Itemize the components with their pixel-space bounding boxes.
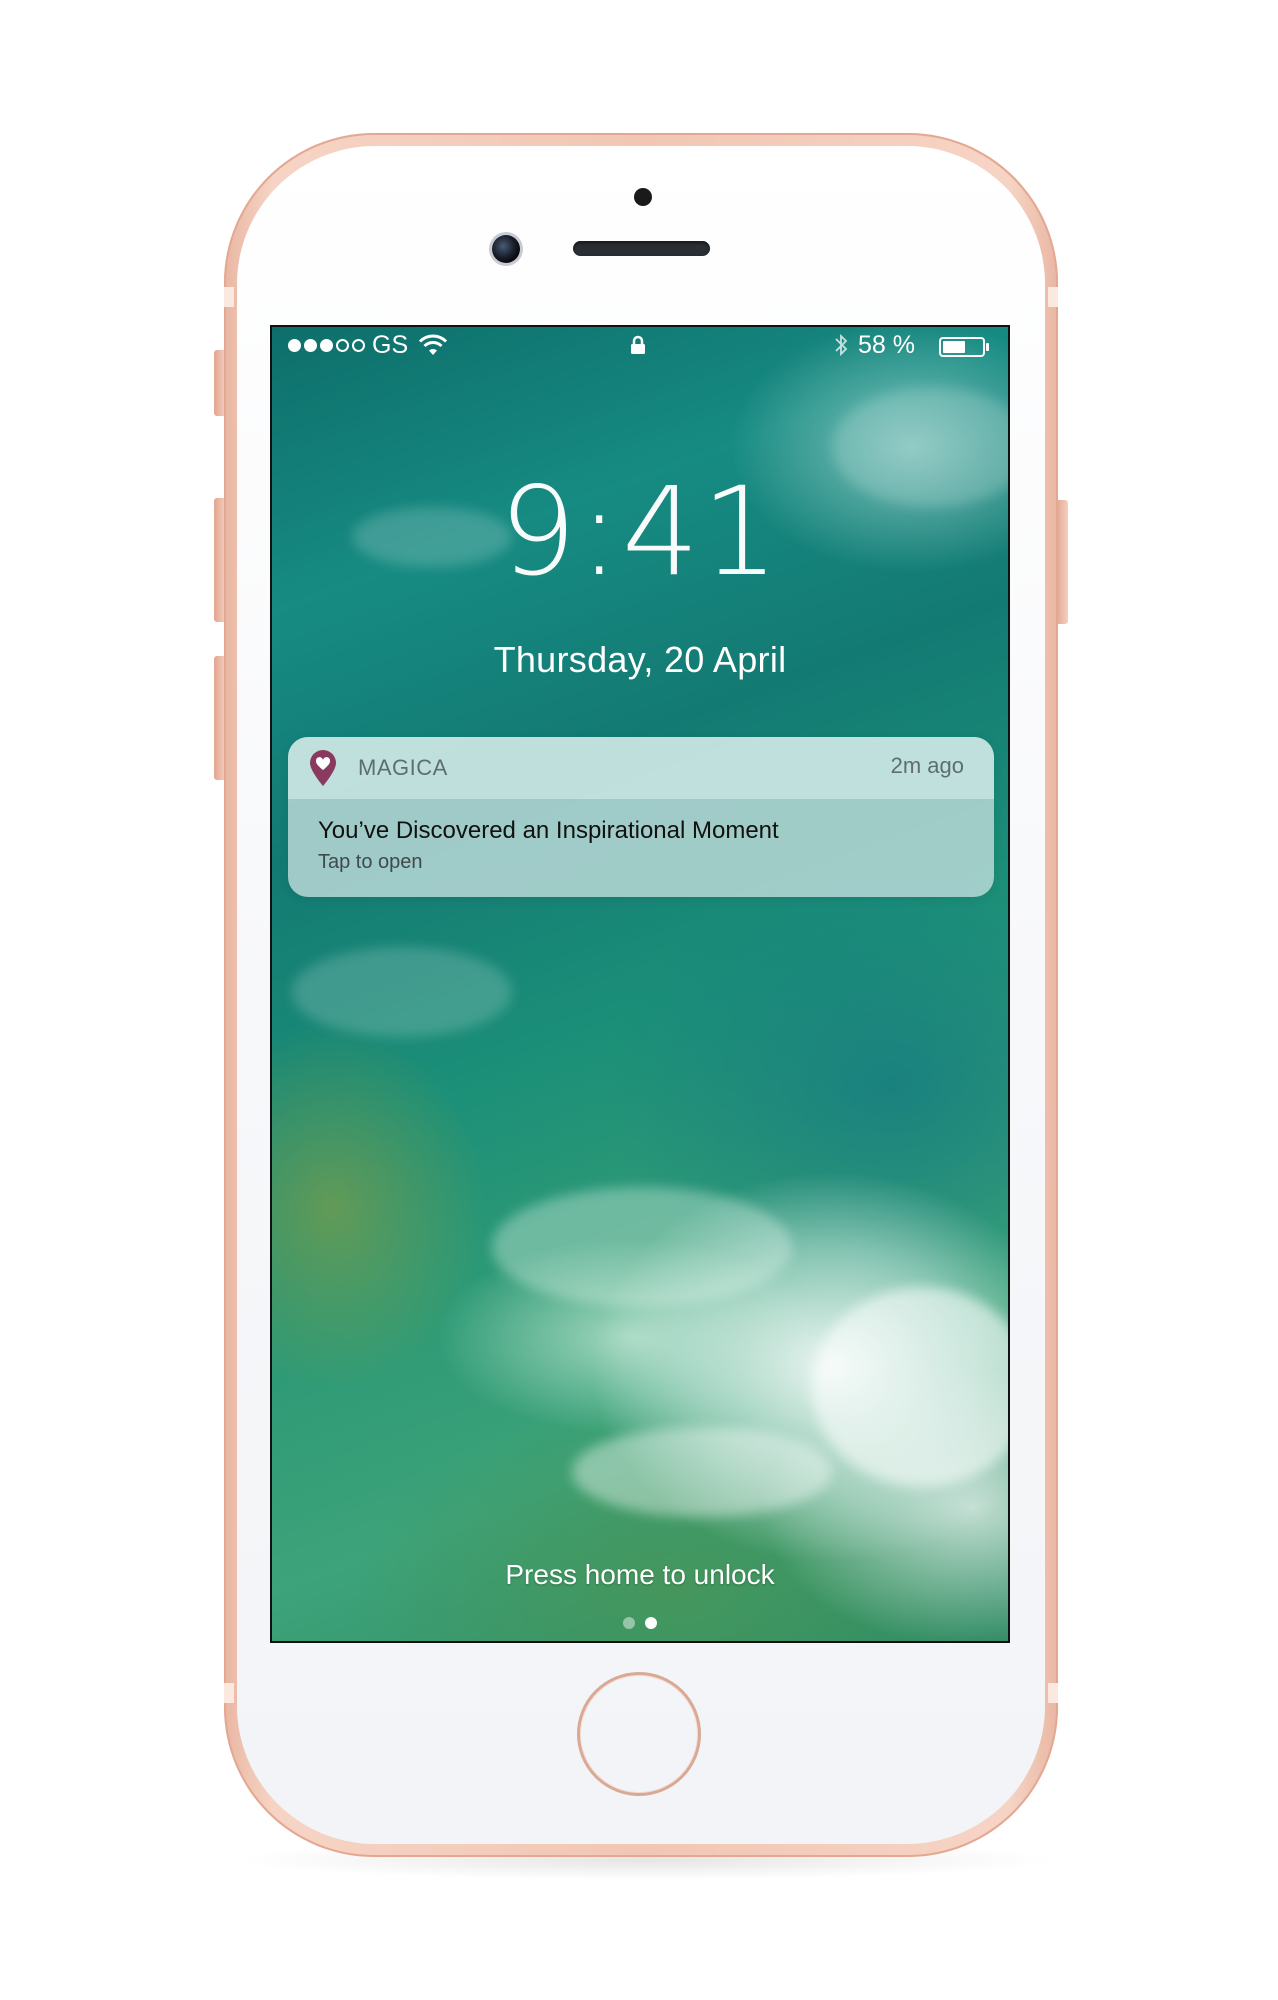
page-indicator [272,1617,1008,1629]
wallpaper-foam [812,1287,1008,1487]
unlock-hint: Press home to unlock [505,1559,775,1590]
battery-icon [939,337,989,357]
signal-dot [304,339,317,352]
notification-card[interactable]: MAGICA 2m ago You’ve Discovered an Inspi… [288,737,994,897]
signal-dot [352,339,365,352]
home-button[interactable] [577,1672,701,1796]
lock-screen-date: Thursday, 20 April [493,639,787,680]
earpiece-speaker [573,241,710,256]
notification-subtitle: Tap to open [318,851,423,873]
page-dot-camera [623,1617,635,1629]
proximity-sensor [634,188,652,206]
signal-dot [320,339,333,352]
antenna-band [1048,1683,1058,1703]
lock-icon [631,335,645,354]
notification-time: 2m ago [890,753,964,778]
lock-screen[interactable]: GS 58 % 9:41 Thursday, 20 April MAGICA 2… [270,325,1010,1643]
signal-strength [288,339,365,352]
notification-header: MAGICA 2m ago [288,737,994,799]
stage: GS 58 % 9:41 Thursday, 20 April MAGICA 2… [0,0,1278,2000]
front-camera [492,235,520,263]
bluetooth-icon [835,333,848,357]
wallpaper-foam [572,1427,832,1517]
lock-screen-time: 9:41 [499,461,781,603]
antenna-band [1048,287,1058,307]
wallpaper-foam [292,947,512,1037]
antenna-band [224,287,234,307]
map-pin-heart-icon [310,750,336,786]
wallpaper-foam [492,1187,792,1307]
status-bar: GS 58 % [272,327,1008,363]
notification-title: You’ve Discovered an Inspirational Momen… [318,817,779,844]
signal-dot [288,339,301,352]
battery-percent: 58 % [858,331,915,359]
signal-dot [336,339,349,352]
notification-app-name: MAGICA [358,755,448,780]
carrier-name: GS [372,331,409,359]
page-dot-lock [645,1617,657,1629]
wifi-icon [418,334,448,355]
antenna-band [224,1683,234,1703]
